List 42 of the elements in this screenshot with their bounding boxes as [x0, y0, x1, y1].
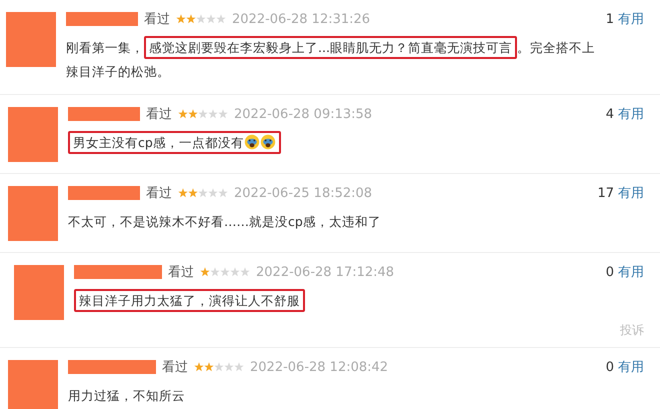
filled-star-icon	[178, 188, 188, 198]
avatar-redaction	[8, 107, 58, 162]
comment-time: 2022-06-28 17:12:48	[256, 264, 394, 280]
useful-link[interactable]: 有用	[618, 105, 644, 123]
comment-time: 2022-06-25 18:52:08	[234, 186, 372, 200]
filled-star-icon	[188, 109, 198, 119]
vote-count: 4	[606, 106, 614, 122]
filled-star-icon	[200, 267, 210, 277]
watch-status: 看过	[144, 11, 170, 28]
filled-star-icon	[176, 14, 186, 24]
crying-face-icon	[244, 134, 260, 150]
filled-star-icon	[186, 14, 196, 24]
comment-time: 2022-06-28 12:08:42	[250, 360, 388, 374]
avatar-redaction	[8, 360, 58, 409]
watch-status: 看过	[162, 359, 188, 376]
avatar-redaction	[8, 186, 58, 241]
comment-text: 不太可，不是说辣木不好看……就是没cp感，太违和了	[68, 213, 382, 231]
useful-link[interactable]: 有用	[618, 184, 644, 202]
watch-status: 看过	[146, 106, 172, 123]
comment-text: 用力过猛，不知所云	[68, 387, 186, 405]
useful-link[interactable]: 有用	[618, 358, 644, 376]
username-redaction	[68, 186, 140, 200]
username-redaction	[66, 12, 138, 26]
vote-count: 0	[606, 264, 614, 280]
username-redaction	[68, 107, 140, 121]
comment-time: 2022-06-28 12:31:26	[232, 12, 370, 26]
useful-link[interactable]: 有用	[618, 263, 644, 281]
crying-face-icon	[260, 134, 276, 150]
useful-link[interactable]: 有用	[618, 10, 644, 28]
vote-count: 1	[606, 12, 614, 26]
comment-time: 2022-06-28 09:13:58	[234, 106, 372, 122]
watch-status: 看过	[168, 264, 194, 281]
avatar-redaction	[14, 265, 64, 320]
comment-text: 刚看第一集， 感觉这剧要毁在李宏毅身上了...眼睛肌无力？简直毫无演技可言 。完全搭不上辣目洋子的松弛。	[66, 36, 644, 84]
filled-star-icon	[178, 109, 188, 119]
avatar-redaction	[6, 12, 56, 67]
filled-star-icon	[204, 362, 214, 372]
filled-star-icon	[188, 188, 198, 198]
filled-star-icon	[194, 362, 204, 372]
vote-count: 0	[606, 360, 614, 374]
vote-count: 17	[597, 186, 614, 200]
watch-status: 看过	[146, 185, 172, 202]
